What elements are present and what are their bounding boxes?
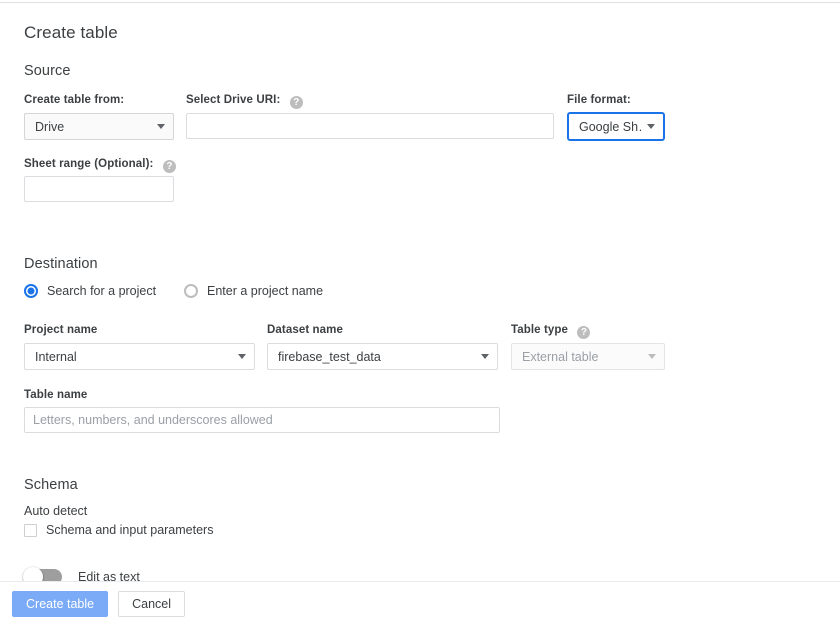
create-table-button[interactable]: Create table (12, 590, 109, 617)
create-table-from-label: Create table from: (24, 94, 125, 106)
edit-as-text-label: Edit as text (78, 570, 140, 581)
checkbox-unchecked-icon[interactable] (24, 523, 37, 537)
radio-selected-icon (24, 284, 38, 298)
select-drive-uri-label: Select Drive URI: (186, 94, 281, 106)
file-format-select[interactable]: Google Sh… (567, 112, 665, 141)
sheet-range-input[interactable] (24, 176, 174, 202)
file-format-label: File format: (567, 94, 631, 106)
help-icon[interactable]: ? (162, 160, 176, 173)
chevron-down-icon (648, 354, 656, 359)
table-name-label: Table name (24, 389, 88, 401)
dataset-name-select[interactable]: firebase_test_data (267, 343, 498, 370)
file-format-value: Google Sh… (579, 119, 641, 134)
radio-enter-label: Enter a project name (207, 284, 324, 298)
project-name-value: Internal (35, 349, 77, 364)
project-name-select[interactable]: Internal (24, 343, 255, 370)
radio-unselected-icon (184, 284, 198, 298)
form-content: Create table Source Create table from: S… (0, 3, 840, 581)
table-type-value: External table (522, 349, 599, 364)
dataset-name-value: firebase_test_data (278, 349, 381, 364)
auto-detect-checkbox-row[interactable]: Schema and input parameters (24, 523, 840, 537)
create-table-from-value: Drive (35, 119, 65, 134)
auto-detect-label: Auto detect (24, 504, 88, 518)
toggle-knob (23, 567, 43, 581)
project-name-label: Project name (24, 324, 98, 336)
edit-as-text-toggle[interactable] (23, 567, 62, 581)
cancel-button[interactable]: Cancel (118, 590, 186, 617)
source-section-heading: Source (24, 63, 71, 79)
table-type-label: Table type (511, 324, 569, 336)
table-name-input[interactable] (24, 407, 500, 433)
chevron-down-icon (481, 354, 489, 359)
destination-section-heading: Destination (24, 256, 98, 272)
help-icon[interactable]: ? (289, 96, 303, 109)
page-title: Create table (24, 23, 118, 42)
schema-section-heading: Schema (24, 477, 78, 493)
radio-enter-a-project-name[interactable]: Enter a project name (184, 284, 323, 298)
create-table-from-select[interactable]: Drive (24, 113, 174, 140)
chevron-down-icon (647, 124, 655, 129)
sheet-range-label: Sheet range (Optional): (24, 158, 154, 170)
drive-uri-input[interactable] (186, 113, 554, 139)
auto-detect-checkbox-label: Schema and input parameters (46, 523, 214, 537)
table-type-select: External table (511, 343, 665, 370)
radio-search-for-a-project[interactable]: Search for a project (24, 284, 184, 298)
chevron-down-icon (157, 124, 165, 129)
radio-search-label: Search for a project (47, 284, 157, 298)
chevron-down-icon (238, 354, 246, 359)
dialog-button-bar: Create table Cancel (0, 581, 840, 625)
edit-as-text-toggle-row[interactable]: Edit as text (23, 567, 840, 581)
help-icon[interactable]: ? (577, 326, 591, 339)
dataset-name-label: Dataset name (267, 324, 343, 336)
